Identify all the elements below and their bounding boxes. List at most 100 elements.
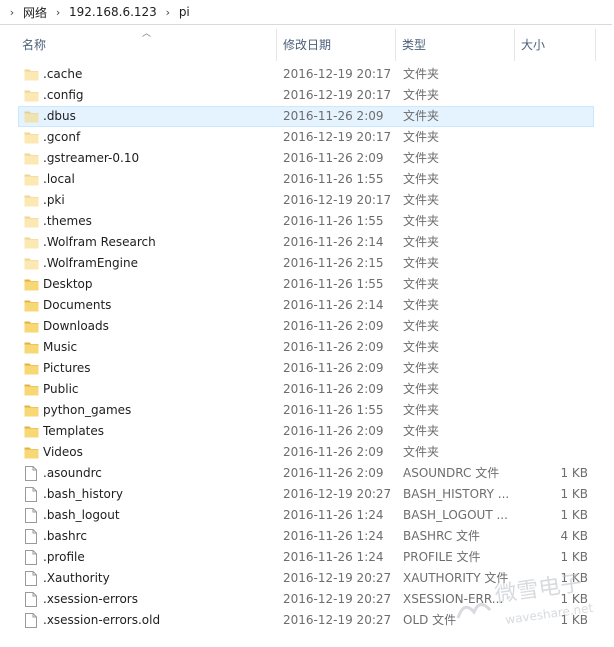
folder-icon	[24, 400, 40, 421]
file-type: 文件夹	[403, 277, 440, 291]
file-modified-date: 2016-11-26 1:55	[283, 214, 384, 228]
file-row[interactable]: .xsession-errors 2016-12-19 20:27 XSESSION…	[0, 589, 612, 610]
breadcrumb-host[interactable]: 192.168.6.123	[66, 5, 160, 19]
file-name: Public	[43, 382, 79, 396]
file-size	[520, 190, 588, 211]
file-type: XAUTHORITY 文件	[403, 571, 509, 585]
file-size	[520, 337, 588, 358]
column-size-label: 大小	[521, 37, 546, 52]
file-icon	[24, 463, 40, 484]
file-modified-date: 2016-11-26 1:55	[283, 403, 384, 417]
file-row[interactable]: .pki 2016-12-19 20:17 文件夹	[0, 190, 612, 211]
file-type: 文件夹	[403, 193, 440, 207]
column-divider[interactable]	[595, 29, 596, 61]
file-size: 4 KB	[560, 529, 588, 543]
file-row[interactable]: .themes 2016-11-26 1:55 文件夹	[0, 211, 612, 232]
file-type: 文件夹	[403, 109, 440, 123]
column-date-header[interactable]: 修改日期	[277, 25, 395, 63]
file-type: 文件夹	[403, 256, 440, 270]
file-type: ASOUNDRC 文件	[403, 466, 500, 480]
file-size	[520, 400, 588, 421]
breadcrumb-pi[interactable]: pi	[176, 5, 193, 19]
file-type: 文件夹	[403, 235, 440, 249]
file-type: PROFILE 文件	[403, 550, 481, 564]
file-row[interactable]: .WolframEngine 2016-11-26 2:15 文件夹	[0, 253, 612, 274]
file-type: 文件夹	[403, 151, 440, 165]
file-row[interactable]: .profile 2016-11-26 1:24 PROFILE 文件 1 KB	[0, 547, 612, 568]
folder-icon	[24, 274, 40, 295]
file-row[interactable]: Downloads 2016-11-26 2:09 文件夹	[0, 316, 612, 337]
file-modified-date: 2016-11-26 2:09	[283, 445, 384, 459]
folder-icon	[24, 64, 40, 85]
file-size	[520, 85, 588, 106]
file-name: Documents	[43, 298, 112, 312]
file-name: .bashrc	[43, 529, 87, 543]
file-size: 1 KB	[560, 571, 588, 585]
file-row[interactable]: .cache 2016-12-19 20:17 文件夹	[0, 64, 612, 85]
file-row[interactable]: .local 2016-11-26 1:55 文件夹	[0, 169, 612, 190]
file-row[interactable]: Desktop 2016-11-26 1:55 文件夹	[0, 274, 612, 295]
folder-icon	[24, 379, 40, 400]
file-row[interactable]: Public 2016-11-26 2:09 文件夹	[0, 379, 612, 400]
folder-icon	[24, 421, 40, 442]
file-icon	[24, 547, 40, 568]
file-row[interactable]: .config 2016-12-19 20:17 文件夹	[0, 85, 612, 106]
file-name: .xsession-errors.old	[43, 613, 161, 627]
column-name-header[interactable]: 名称	[16, 25, 276, 63]
file-row[interactable]: Documents 2016-11-26 2:14 文件夹	[0, 295, 612, 316]
file-row[interactable]: .bash_history 2016-12-19 20:27 BASH_HISTOR…	[0, 484, 612, 505]
file-row[interactable]: .gconf 2016-12-19 20:17 文件夹	[0, 127, 612, 148]
file-size	[520, 379, 588, 400]
file-row[interactable]: Videos 2016-11-26 2:09 文件夹	[0, 442, 612, 463]
file-type: 文件夹	[403, 382, 440, 396]
file-row[interactable]: Templates 2016-11-26 2:09 文件夹	[0, 421, 612, 442]
file-name: .profile	[43, 550, 85, 564]
file-size: 1 KB	[560, 466, 588, 480]
column-header: ︿ 名称 修改日期 类型 大小	[0, 25, 612, 63]
file-type: 文件夹	[403, 298, 440, 312]
address-bar[interactable]: › 网络 › 192.168.6.123 › pi	[0, 0, 612, 25]
file-size	[520, 64, 588, 85]
column-size-header[interactable]: 大小	[515, 25, 595, 63]
file-modified-date: 2016-11-26 2:09	[283, 361, 384, 375]
column-type-label: 类型	[402, 37, 427, 52]
file-icon	[24, 484, 40, 505]
file-type: 文件夹	[403, 67, 440, 81]
file-row[interactable]: .asoundrc 2016-11-26 2:09 ASOUNDRC 文件 1 KB	[0, 463, 612, 484]
column-date-label: 修改日期	[283, 37, 332, 52]
file-size	[520, 211, 588, 232]
file-name: .themes	[43, 214, 92, 228]
file-size	[520, 421, 588, 442]
breadcrumb-network[interactable]: 网络	[20, 4, 50, 21]
file-row[interactable]: .xsession-errors.old 2016-12-19 20:27 OLD …	[0, 610, 612, 631]
chevron-right-icon[interactable]: ›	[4, 6, 20, 19]
file-modified-date: 2016-12-19 20:17	[283, 67, 392, 81]
file-size	[520, 358, 588, 379]
file-row[interactable]: .dbus 2016-11-26 2:09 文件夹	[0, 106, 612, 127]
file-size: 1 KB	[560, 550, 588, 564]
file-row[interactable]: .Xauthority 2016-12-19 20:27 XAUTHORITY 文件…	[0, 568, 612, 589]
file-icon	[24, 526, 40, 547]
file-modified-date: 2016-12-19 20:17	[283, 130, 392, 144]
file-modified-date: 2016-11-26 2:09	[283, 424, 384, 438]
file-type: XSESSION-ERR...	[403, 592, 504, 606]
folder-icon	[24, 316, 40, 337]
file-size: 1 KB	[560, 592, 588, 606]
chevron-right-icon[interactable]: ›	[160, 6, 176, 19]
file-row[interactable]: .gstreamer-0.10 2016-11-26 2:09 文件夹	[0, 148, 612, 169]
file-name: .Wolfram Research	[43, 235, 156, 249]
file-name: Desktop	[43, 277, 93, 291]
column-type-header[interactable]: 类型	[396, 25, 514, 63]
file-size	[520, 127, 588, 148]
file-name: .config	[43, 88, 84, 102]
file-row[interactable]: Pictures 2016-11-26 2:09 文件夹	[0, 358, 612, 379]
file-name: .cache	[43, 67, 83, 81]
file-row[interactable]: python_games 2016-11-26 1:55 文件夹	[0, 400, 612, 421]
file-row[interactable]: Music 2016-11-26 2:09 文件夹	[0, 337, 612, 358]
file-row[interactable]: .bash_logout 2016-11-26 1:24 BASH_LOGOUT .…	[0, 505, 612, 526]
file-row[interactable]: .Wolfram Research 2016-11-26 2:14 文件夹	[0, 232, 612, 253]
folder-icon	[24, 337, 40, 358]
file-row[interactable]: .bashrc 2016-11-26 1:24 BASHRC 文件 4 KB	[0, 526, 612, 547]
file-modified-date: 2016-11-26 2:09	[283, 109, 384, 123]
chevron-right-icon[interactable]: ›	[50, 6, 66, 19]
